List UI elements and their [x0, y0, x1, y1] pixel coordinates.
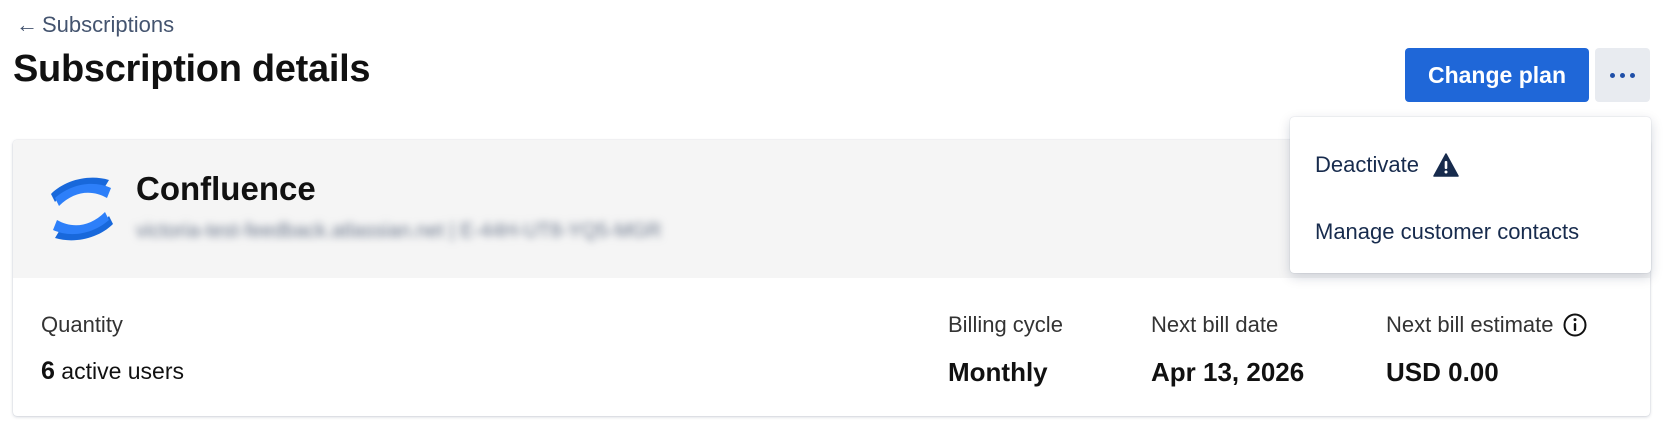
- next-bill-date-label: Next bill date: [1151, 312, 1279, 337]
- metric-quantity: Quantity 6 active users: [41, 312, 184, 386]
- breadcrumb-label: Subscriptions: [42, 12, 175, 37]
- more-options-button[interactable]: [1595, 48, 1650, 102]
- page-title: Subscription details: [13, 48, 371, 90]
- quantity-suffix: active users: [61, 358, 185, 384]
- next-bill-estimate-label: Next bill estimate: [1386, 312, 1554, 337]
- product-site-and-id: victoria-test-feedback.atlassian.net | E…: [136, 220, 662, 242]
- billing-cycle-value: Monthly: [948, 357, 1048, 387]
- metric-next-bill-estimate: Next bill estimate USD 0.00: [1386, 312, 1588, 388]
- info-icon[interactable]: [1562, 312, 1588, 338]
- quantity-value: 6 active users: [41, 357, 184, 386]
- next-bill-estimate-value: USD 0.00: [1386, 357, 1499, 387]
- next-bill-date-value: Apr 13, 2026: [1151, 357, 1305, 387]
- more-options-menu: Deactivate Manage customer contacts: [1290, 117, 1651, 273]
- menu-item-deactivate[interactable]: Deactivate: [1290, 137, 1651, 193]
- warning-icon: [1433, 153, 1459, 177]
- change-plan-button[interactable]: Change plan: [1405, 48, 1589, 102]
- confluence-logo: [51, 177, 113, 241]
- billing-cycle-label: Billing cycle: [948, 312, 1063, 337]
- subscription-details-page: ← Subscriptions Subscription details Cha…: [0, 0, 1664, 426]
- quantity-number: 6: [41, 357, 55, 385]
- next-bill-estimate-label-row: Next bill estimate: [1386, 312, 1588, 338]
- menu-item-manage-customer-contacts[interactable]: Manage customer contacts: [1290, 204, 1651, 260]
- breadcrumb-back-link[interactable]: ← Subscriptions: [16, 12, 174, 38]
- product-name: Confluence: [136, 170, 316, 207]
- menu-item-label: Manage customer contacts: [1315, 219, 1580, 244]
- menu-item-label: Deactivate: [1315, 152, 1419, 177]
- quantity-label: Quantity: [41, 312, 123, 337]
- more-options-dot: [1630, 72, 1635, 78]
- more-options-icon: [1610, 72, 1615, 78]
- metric-billing-cycle: Billing cycle Monthly: [948, 312, 1063, 388]
- metric-next-bill-date: Next bill date Apr 13, 2026: [1151, 312, 1304, 388]
- more-options-dot: [1620, 72, 1625, 78]
- arrow-left-icon: ←: [16, 12, 38, 37]
